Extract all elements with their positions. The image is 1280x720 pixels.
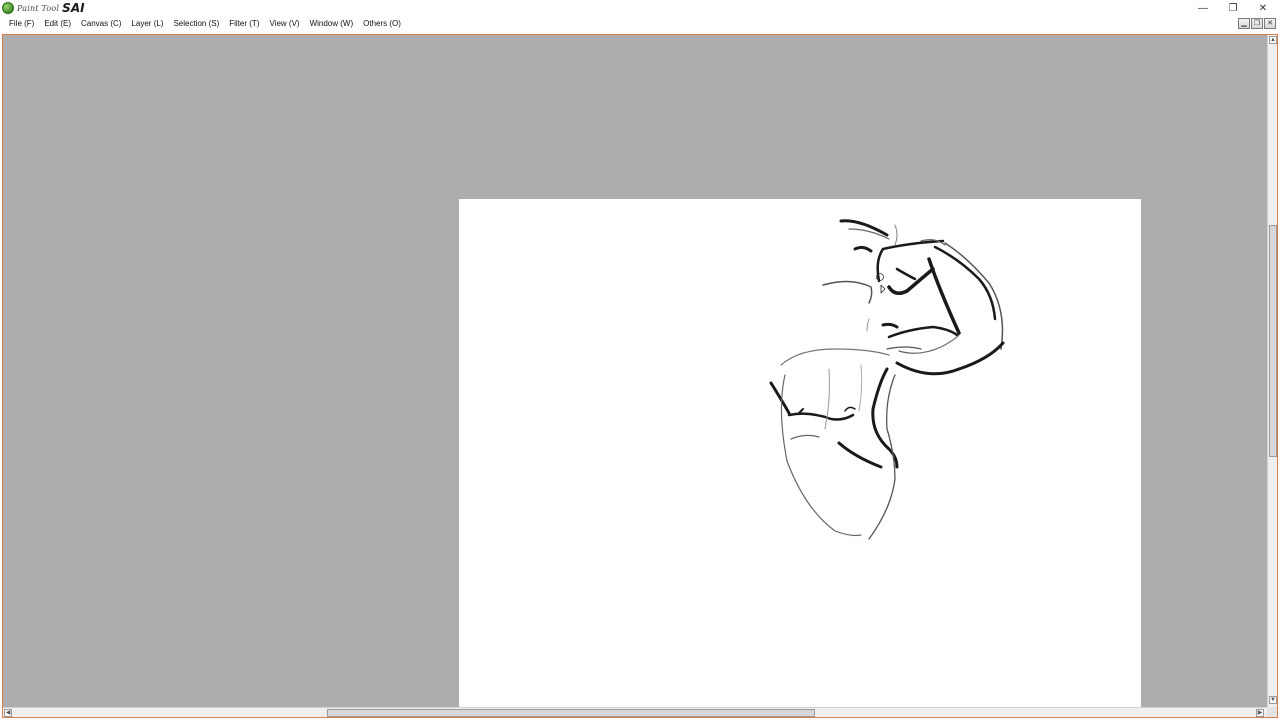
- menu-layer[interactable]: Layer (L): [126, 16, 168, 32]
- menu-edit[interactable]: Edit (E): [39, 16, 76, 32]
- menu-window[interactable]: Window (W): [305, 16, 359, 32]
- title-bar[interactable]: Paint Tool SAI — ❐ ✕: [0, 0, 1280, 16]
- vertical-scroll-thumb[interactable]: [1269, 225, 1277, 457]
- menu-filter[interactable]: Filter (T): [224, 16, 264, 32]
- sketch-stroke: [871, 367, 899, 469]
- sketch-stroke: [858, 364, 863, 412]
- logo-text: SAI: [62, 1, 85, 15]
- canvas-window-controls: ▁ ❐ ✕: [1238, 18, 1276, 29]
- sketch-stroke: [887, 267, 935, 295]
- scroll-up-button[interactable]: ▲: [1269, 36, 1277, 44]
- sketch-stroke: [887, 325, 959, 339]
- close-button[interactable]: ✕: [1248, 0, 1278, 16]
- sketch-stroke: [798, 408, 804, 414]
- sketch-stroke: [790, 434, 820, 440]
- sketch-stroke: [853, 245, 873, 253]
- canvas-restore-button[interactable]: ❐: [1251, 18, 1263, 29]
- sketch-stroke: [780, 374, 862, 537]
- minimize-button[interactable]: —: [1188, 0, 1218, 16]
- menu-file[interactable]: File (F): [4, 16, 39, 32]
- sketch-drawing: [769, 219, 1005, 540]
- sketch-stroke: [895, 267, 917, 281]
- drawing-paper[interactable]: [459, 199, 1141, 707]
- scroll-right-button[interactable]: ▶: [1256, 709, 1264, 717]
- sai-logo-icon: [2, 2, 14, 14]
- canvas-viewport[interactable]: [3, 35, 1267, 707]
- sketch-stroke: [839, 219, 889, 237]
- sketch-stroke: [866, 318, 870, 332]
- menu-canvas[interactable]: Canvas (C): [76, 16, 126, 32]
- app-logo: Paint Tool SAI: [2, 1, 85, 15]
- sketch-stroke: [769, 381, 791, 415]
- sketch-stroke: [898, 334, 960, 354]
- canvas-minimize-button[interactable]: ▁: [1238, 18, 1250, 29]
- menu-selection[interactable]: Selection (S): [168, 16, 224, 32]
- scrollbar-corner: [1267, 707, 1277, 717]
- scroll-left-button[interactable]: ◀: [4, 709, 12, 717]
- pointer-cursor: [880, 284, 886, 294]
- sketch-stroke: [787, 412, 855, 421]
- horizontal-scroll-thumb[interactable]: [327, 709, 815, 717]
- sketch-stroke: [881, 322, 899, 329]
- canvas-window: ▲ ▼ ◀ ▶: [2, 34, 1278, 718]
- vertical-scrollbar[interactable]: ▲ ▼: [1267, 35, 1277, 707]
- sketch-stroke: [837, 441, 883, 469]
- sketch-stroke: [894, 224, 898, 246]
- menu-others[interactable]: Others (O): [358, 16, 406, 32]
- sketch-stroke: [868, 374, 896, 540]
- sketch-stroke: [824, 368, 830, 430]
- sketch-stroke: [927, 257, 961, 335]
- scroll-down-button[interactable]: ▼: [1269, 696, 1277, 704]
- sketch-stroke: [886, 346, 922, 350]
- restore-button[interactable]: ❐: [1218, 0, 1248, 16]
- horizontal-scrollbar[interactable]: ◀ ▶: [3, 707, 1267, 717]
- paint-tool-sai-window: Paint Tool SAI — ❐ ✕ File (F) Edit (E) C…: [0, 0, 1280, 720]
- logo-subtext: Paint Tool: [17, 3, 60, 13]
- canvas-close-button[interactable]: ✕: [1264, 18, 1276, 29]
- sketch-stroke: [822, 280, 873, 304]
- sketch-stroke: [780, 348, 890, 366]
- sketch-stroke: [844, 406, 856, 412]
- menu-view[interactable]: View (V): [264, 16, 304, 32]
- menu-bar: File (F) Edit (E) Canvas (C) Layer (L) S…: [0, 16, 1280, 32]
